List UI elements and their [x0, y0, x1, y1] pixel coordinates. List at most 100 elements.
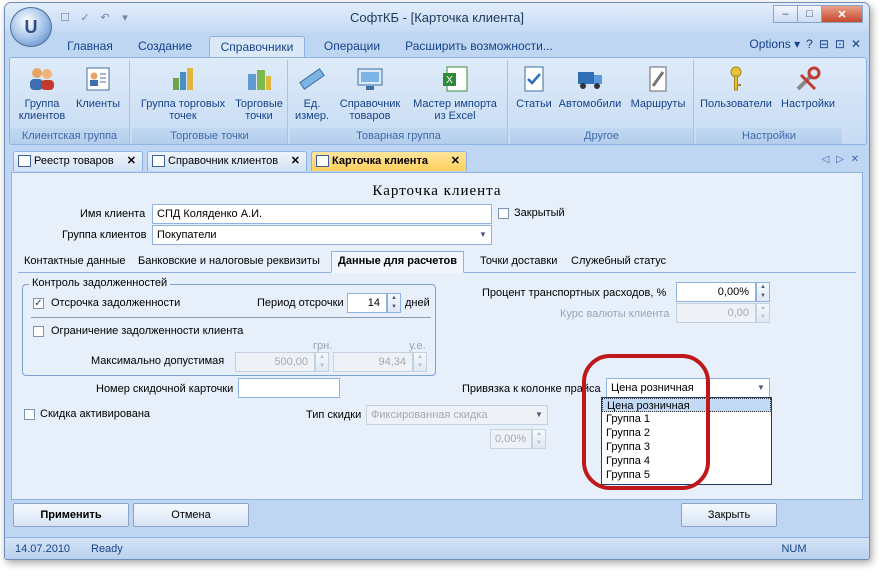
period-spinner[interactable]: ▲ ▼ — [387, 293, 401, 313]
close-window-button[interactable]: ✕ — [821, 5, 863, 23]
currency-uah-label: грн. — [313, 340, 333, 352]
client-card-icon — [86, 67, 110, 91]
group-divider — [31, 317, 431, 318]
maximize-button[interactable]: □ — [797, 5, 822, 23]
product-catalog-icon — [357, 68, 383, 90]
ribbon-group-other: Статьи Автомобили Маршруты Другое — [510, 60, 694, 144]
scroll-indicator — [811, 541, 847, 558]
highlight-ring — [582, 354, 710, 490]
group-label-other: Другое — [510, 128, 693, 144]
options-menu[interactable]: Options ▾ — [749, 37, 800, 51]
client-name-input[interactable]: СПД Коляденко А.И. — [152, 204, 492, 224]
users-button[interactable]: Пользователи — [698, 64, 774, 110]
maximize-child-icon[interactable]: ⊡ — [835, 37, 845, 51]
close-child-icon[interactable]: ✕ — [851, 37, 861, 51]
close-button[interactable]: Закрыть — [681, 503, 777, 527]
tab-contacts[interactable]: Контактные данные — [24, 255, 125, 267]
client-group-combo[interactable]: Покупатели ▼ — [152, 225, 492, 245]
grid-icon — [152, 155, 165, 167]
status-ready: Ready — [91, 543, 123, 555]
max-uah-spinner[interactable]: ▲ ▼ — [315, 352, 329, 372]
outlet-groups-button[interactable]: Группа торговых точек — [136, 64, 230, 122]
deferral-checkbox[interactable]: ✓ — [33, 298, 44, 309]
excel-import-button[interactable]: X Мастер импорта из Excel — [406, 64, 504, 122]
close-tab-icon[interactable]: ✕ — [451, 152, 460, 170]
max-uah-input[interactable]: 500,00 — [235, 352, 315, 372]
apply-button[interactable]: Применить — [13, 503, 129, 527]
discount-type-combo[interactable]: Фиксированная скидка ▼ — [366, 405, 548, 425]
tab-navigation[interactable]: ◁ ▷ ✕ — [822, 154, 861, 165]
discount-spinner[interactable]: ▲ ▼ — [532, 429, 546, 449]
app-logo-icon: U — [24, 16, 38, 37]
client-group-label: Группа клиентов — [62, 229, 147, 241]
app-window: ☐ ✓ ↶ ▾ СофтКБ - [Карточка клиента] – □ … — [4, 2, 870, 560]
articles-button[interactable]: Статьи — [512, 64, 556, 110]
discount-percent-input[interactable]: 0,00% — [490, 429, 532, 449]
client-name-label: Имя клиента — [80, 208, 146, 220]
tab-references[interactable]: Справочники — [209, 36, 305, 57]
vehicles-button[interactable]: Автомобили — [558, 64, 622, 110]
tab-home[interactable]: Главная — [59, 36, 121, 57]
closed-checkbox[interactable] — [498, 208, 509, 219]
tab-delivery-points[interactable]: Точки доставки — [480, 255, 557, 267]
buildings-group-icon — [173, 68, 193, 90]
discount-card-input[interactable] — [238, 378, 340, 398]
tab-service-status[interactable]: Служебный статус — [571, 255, 666, 267]
clients-button[interactable]: Клиенты — [72, 64, 124, 110]
document-tabs: Реестр товаров ✕ Справочник клиентов ✕ К… — [9, 149, 867, 171]
app-menu-button[interactable]: U — [10, 7, 52, 47]
debt-limit-checkbox[interactable] — [33, 326, 44, 337]
tab-bank-details[interactable]: Банковские и налоговые реквизиты — [138, 255, 320, 267]
ribbon-group-outlets: Группа торговых точек Торговые точки Тор… — [132, 60, 288, 144]
debt-limit-label: Ограничение задолженности клиента — [51, 325, 244, 337]
help-icon[interactable]: ? — [806, 37, 813, 51]
ruler-icon — [299, 68, 325, 90]
route-icon — [649, 66, 667, 92]
buildings-icon — [248, 70, 271, 90]
cancel-button[interactable]: Отмена — [133, 503, 249, 527]
rate-spinner[interactable]: ▲ ▼ — [756, 303, 770, 323]
max-allowed-label: Максимально допустимая — [91, 355, 225, 367]
settings-button[interactable]: Настройки — [776, 64, 840, 110]
product-catalog-button[interactable]: Справочник товаров — [336, 64, 404, 122]
restore-child-icon[interactable]: ⊟ — [819, 37, 829, 51]
chevron-down-icon[interactable]: ▼ — [753, 379, 769, 397]
units-button[interactable]: Ед. измер. — [292, 64, 332, 122]
group-label-clients: Клиентская группа — [10, 128, 129, 144]
doctab-client-catalog[interactable]: Справочник клиентов ✕ — [147, 151, 307, 171]
max-ue-input[interactable]: 94,34 — [333, 352, 413, 372]
group-label-products: Товарная группа — [290, 128, 507, 144]
group-label-settings: Настройки — [696, 128, 842, 144]
routes-button[interactable]: Маршруты — [626, 64, 690, 110]
currency-rate-label: Курс валюты клиента — [560, 308, 670, 320]
excel-import-icon: X — [443, 66, 468, 92]
caps-indicator — [741, 541, 777, 558]
close-tab-icon[interactable]: ✕ — [291, 152, 300, 170]
close-tab-icon[interactable]: ✕ — [127, 152, 136, 170]
tab-operations[interactable]: Операции — [313, 36, 391, 57]
discount-active-checkbox[interactable] — [24, 409, 35, 420]
ribbon-panel: Группа клиентов Клиенты Клиентская групп… — [9, 57, 867, 145]
tab-extend[interactable]: Расширить возможности... — [401, 36, 557, 57]
discount-active-label: Скидка активирована — [40, 408, 151, 420]
minimize-button[interactable]: – — [773, 5, 798, 23]
client-groups-button[interactable]: Группа клиентов — [16, 64, 68, 122]
chevron-down-icon[interactable]: ▼ — [531, 406, 547, 424]
chevron-down-icon[interactable]: ▼ — [475, 226, 491, 244]
deferral-label: Отсрочка задолженности — [51, 297, 181, 309]
discount-type-label: Тип скидки — [306, 409, 362, 421]
tab-create[interactable]: Создание — [131, 36, 199, 57]
max-ue-spinner[interactable]: ▲ ▼ — [413, 352, 427, 372]
doctab-product-registry[interactable]: Реестр товаров ✕ — [13, 151, 143, 171]
days-label: дней — [405, 297, 430, 309]
deferral-period-input[interactable]: 14 — [347, 293, 387, 313]
transport-spinner[interactable]: ▲ ▼ — [756, 282, 770, 302]
window-controls: – □ ✕ — [773, 5, 863, 23]
doctab-client-card[interactable]: Карточка клиента ✕ — [311, 151, 467, 171]
currency-rate-input[interactable]: 0,00 — [676, 303, 756, 323]
tab-billing-data[interactable]: Данные для расчетов — [331, 251, 465, 273]
outlets-button[interactable]: Торговые точки — [232, 64, 286, 122]
ribbon-tabs: Главная Создание Справочники Операции Ра… — [5, 33, 869, 57]
form-icon — [316, 155, 329, 167]
transport-costs-input[interactable]: 0,00% — [676, 282, 756, 302]
